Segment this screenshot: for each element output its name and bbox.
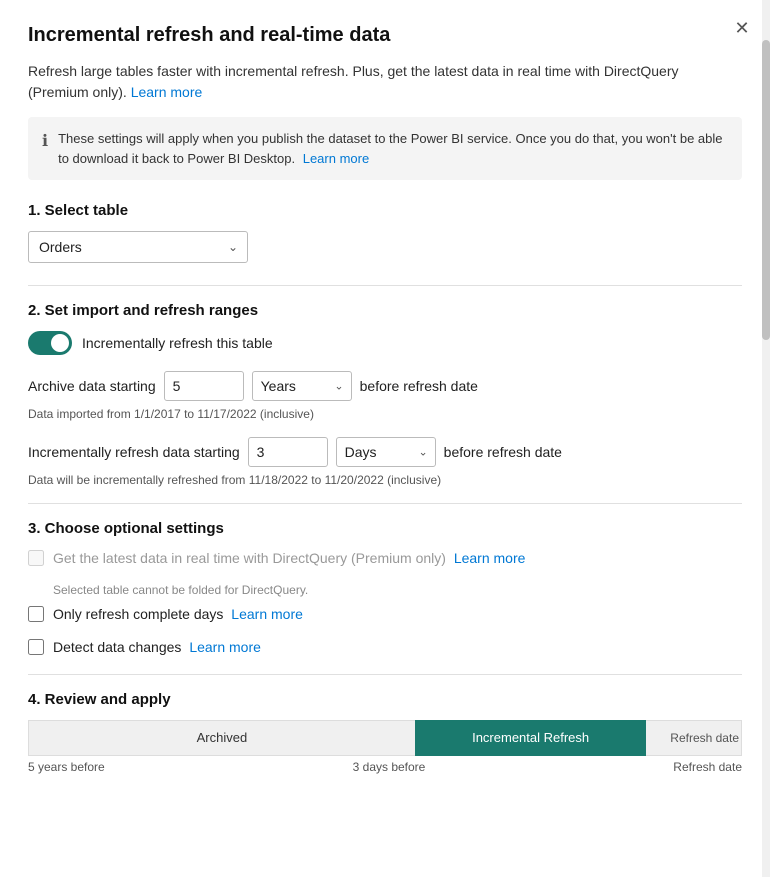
dialog-title: Incremental refresh and real-time data: [28, 24, 742, 47]
section3: 3. Choose optional settings Get the late…: [28, 520, 742, 658]
timeline-label-left: 5 years before: [28, 760, 105, 774]
refresh-unit-wrapper: Days Weeks Months Quarters Years ⌄: [336, 437, 436, 467]
bar-archived: Archived: [28, 720, 415, 756]
info-box: ℹ These settings will apply when you pub…: [28, 117, 742, 180]
directquery-label: Get the latest data in real time with Di…: [53, 550, 446, 566]
toggle-knob: [51, 334, 69, 352]
refresh-row: Incrementally refresh data starting Days…: [28, 437, 742, 467]
dialog: ✕ Incremental refresh and real-time data…: [0, 0, 770, 877]
directquery-checkbox[interactable]: [28, 550, 44, 566]
refresh-value-input[interactable]: [248, 437, 328, 467]
timeline-label-middle: 3 days before: [353, 760, 426, 774]
divider2: [28, 503, 742, 504]
intro-learn-more-link[interactable]: Learn more: [131, 84, 203, 100]
incremental-refresh-toggle[interactable]: [28, 331, 72, 355]
detect-changes-label: Detect data changes Learn more: [53, 638, 261, 658]
intro-text: Refresh large tables faster with increme…: [28, 61, 742, 103]
refresh-unit-dropdown[interactable]: Days Weeks Months Quarters Years: [336, 437, 436, 467]
timeline-labels: 5 years before 3 days before Refresh dat…: [28, 756, 742, 774]
complete-days-learn-more-link[interactable]: Learn more: [231, 606, 303, 622]
bar-incremental: Incremental Refresh: [415, 720, 647, 756]
refresh-suffix: before refresh date: [444, 444, 562, 460]
complete-days-row: Only refresh complete days Learn more: [28, 605, 742, 625]
archive-date-info: Data imported from 1/1/2017 to 11/17/202…: [28, 407, 742, 421]
scrollbar[interactable]: [762, 0, 770, 877]
divider3: [28, 674, 742, 675]
section2-title: 2. Set import and refresh ranges: [28, 302, 742, 319]
detect-changes-learn-more-link[interactable]: Learn more: [189, 639, 261, 655]
archive-row: Archive data starting Days Weeks Months …: [28, 371, 742, 401]
directquery-learn-more-link[interactable]: Learn more: [454, 550, 526, 566]
directquery-row: Get the latest data in real time with Di…: [28, 549, 742, 569]
close-button[interactable]: ✕: [728, 14, 756, 42]
refresh-date-info: Data will be incrementally refreshed fro…: [28, 473, 742, 487]
divider1: [28, 285, 742, 286]
detect-changes-checkbox[interactable]: [28, 639, 44, 655]
scrollbar-thumb: [762, 40, 770, 340]
directquery-note: Selected table cannot be folded for Dire…: [53, 583, 742, 597]
section3-title: 3. Choose optional settings: [28, 520, 742, 537]
section4: 4. Review and apply Archived Incremental…: [28, 691, 742, 774]
info-learn-more-link[interactable]: Learn more: [303, 151, 369, 166]
section2: 2. Set import and refresh ranges Increme…: [28, 302, 742, 487]
timeline-bar: Archived Incremental Refresh Refresh dat…: [28, 720, 742, 756]
archive-suffix: before refresh date: [360, 378, 478, 394]
complete-days-checkbox[interactable]: [28, 606, 44, 622]
detect-changes-row: Detect data changes Learn more: [28, 638, 742, 658]
section4-title: 4. Review and apply: [28, 691, 742, 708]
timeline-label-right: Refresh date: [673, 760, 742, 774]
info-box-text: These settings will apply when you publi…: [58, 131, 722, 166]
close-icon: ✕: [734, 18, 749, 39]
bar-refresh-date: Refresh date: [646, 720, 742, 756]
toggle-row: Incrementally refresh this table: [28, 331, 742, 355]
section1-title: 1. Select table: [28, 202, 742, 219]
toggle-label: Incrementally refresh this table: [82, 335, 273, 351]
complete-days-label: Only refresh complete days Learn more: [53, 605, 303, 625]
archive-label: Archive data starting: [28, 378, 156, 394]
info-icon: ℹ: [42, 130, 48, 154]
refresh-label: Incrementally refresh data starting: [28, 444, 240, 460]
archive-unit-dropdown[interactable]: Days Weeks Months Quarters Years: [252, 371, 352, 401]
archive-unit-wrapper: Days Weeks Months Quarters Years ⌄: [252, 371, 352, 401]
archive-value-input[interactable]: [164, 371, 244, 401]
table-dropdown[interactable]: Orders: [28, 231, 248, 263]
section1: 1. Select table Orders ⌄: [28, 202, 742, 263]
table-dropdown-wrapper: Orders ⌄: [28, 231, 248, 263]
